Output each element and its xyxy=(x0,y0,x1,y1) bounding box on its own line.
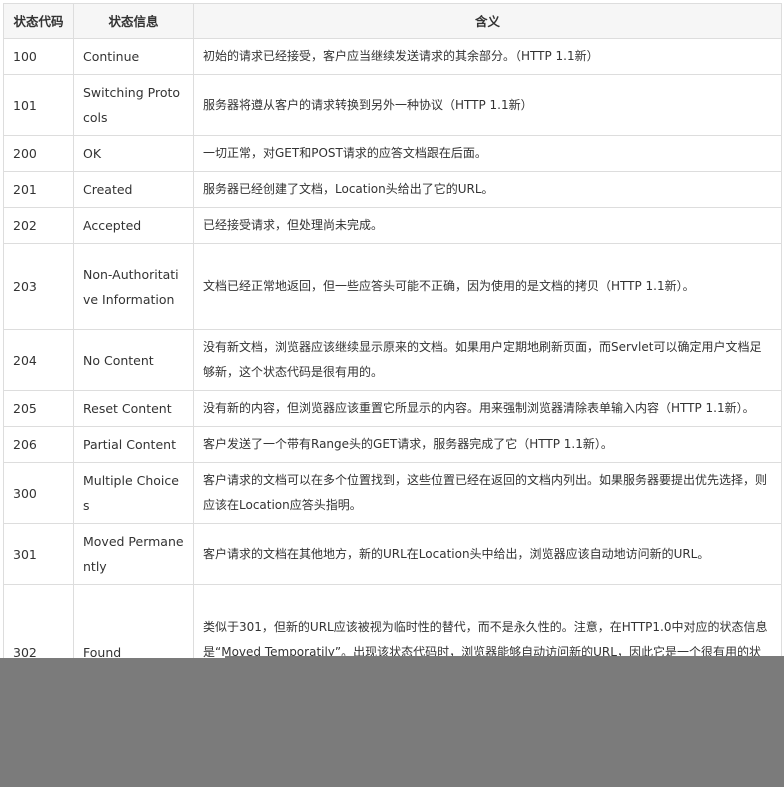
cell-code: 205 xyxy=(3,390,74,427)
cell-info: Multiple Choices xyxy=(73,462,194,524)
cell-desc: 已经接受请求，但处理尚未完成。 xyxy=(193,207,782,244)
cell-desc: 文档已经正常地返回，但一些应答头可能不正确，因为使用的是文档的拷贝（HTTP 1… xyxy=(193,243,782,330)
cell-code: 202 xyxy=(3,207,74,244)
table-row: 201 Created 服务器已经创建了文档，Location头给出了它的URL… xyxy=(3,171,782,208)
table-row: 100 Continue 初始的请求已经接受，客户应当继续发送请求的其余部分。（… xyxy=(3,38,782,75)
cell-info: Partial Content xyxy=(73,426,194,463)
cell-info: Accepted xyxy=(73,207,194,244)
cell-code: 101 xyxy=(3,74,74,136)
cell-code: 204 xyxy=(3,329,74,391)
cell-info: Reset Content xyxy=(73,390,194,427)
cell-desc: 客户请求的文档在其他地方，新的URL在Location头中给出，浏览器应该自动地… xyxy=(193,523,782,585)
cell-info: Switching Protocols xyxy=(73,74,194,136)
table-row: 101 Switching Protocols 服务器将遵从客户的请求转换到另外… xyxy=(3,74,782,136)
table-row: 203 Non-Authoritative Information 文档已经正常… xyxy=(3,243,782,330)
cell-info: Non-Authoritative Information xyxy=(73,243,194,330)
header-meaning: 含义 xyxy=(193,3,782,39)
header-status-code: 状态代码 xyxy=(3,3,74,39)
cell-code: 200 xyxy=(3,135,74,172)
header-status-info: 状态信息 xyxy=(73,3,194,39)
cell-info: Continue xyxy=(73,38,194,75)
cell-desc: 服务器将遵从客户的请求转换到另外一种协议（HTTP 1.1新） xyxy=(193,74,782,136)
cell-code: 301 xyxy=(3,523,74,585)
cell-code: 206 xyxy=(3,426,74,463)
table-row: 200 OK 一切正常，对GET和POST请求的应答文档跟在后面。 xyxy=(3,135,782,172)
status-code-table: 状态代码 状态信息 含义 100 Continue 初始的请求已经接受，客户应当… xyxy=(3,3,782,721)
cell-desc: 一切正常，对GET和POST请求的应答文档跟在后面。 xyxy=(193,135,782,172)
cell-desc: 客户请求的文档可以在多个位置找到，这些位置已经在返回的文档内列出。如果服务器要提… xyxy=(193,462,782,524)
table-row: 205 Reset Content 没有新的内容，但浏览器应该重置它所显示的内容… xyxy=(3,390,782,427)
cell-info: Created xyxy=(73,171,194,208)
table-row: 301 Moved Permanently 客户请求的文档在其他地方，新的URL… xyxy=(3,523,782,585)
cell-code: 203 xyxy=(3,243,74,330)
cell-code: 100 xyxy=(3,38,74,75)
cell-desc: 客户发送了一个带有Range头的GET请求，服务器完成了它（HTTP 1.1新）… xyxy=(193,426,782,463)
table-row: 206 Partial Content 客户发送了一个带有Range头的GET请… xyxy=(3,426,782,463)
table-row: 204 No Content 没有新文档，浏览器应该继续显示原来的文档。如果用户… xyxy=(3,329,782,391)
cell-desc: 没有新文档，浏览器应该继续显示原来的文档。如果用户定期地刷新页面，而Servle… xyxy=(193,329,782,391)
cell-desc: 没有新的内容，但浏览器应该重置它所显示的内容。用来强制浏览器清除表单输入内容（H… xyxy=(193,390,782,427)
table-row: 202 Accepted 已经接受请求，但处理尚未完成。 xyxy=(3,207,782,244)
table-header-row: 状态代码 状态信息 含义 xyxy=(3,3,782,39)
loading-overlay xyxy=(0,658,784,787)
table-row: 300 Multiple Choices 客户请求的文档可以在多个位置找到，这些… xyxy=(3,462,782,524)
cell-code: 300 xyxy=(3,462,74,524)
cell-info: Moved Permanently xyxy=(73,523,194,585)
cell-desc: 初始的请求已经接受，客户应当继续发送请求的其余部分。（HTTP 1.1新） xyxy=(193,38,782,75)
cell-code: 201 xyxy=(3,171,74,208)
cell-info: No Content xyxy=(73,329,194,391)
cell-info: OK xyxy=(73,135,194,172)
cell-desc: 服务器已经创建了文档，Location头给出了它的URL。 xyxy=(193,171,782,208)
